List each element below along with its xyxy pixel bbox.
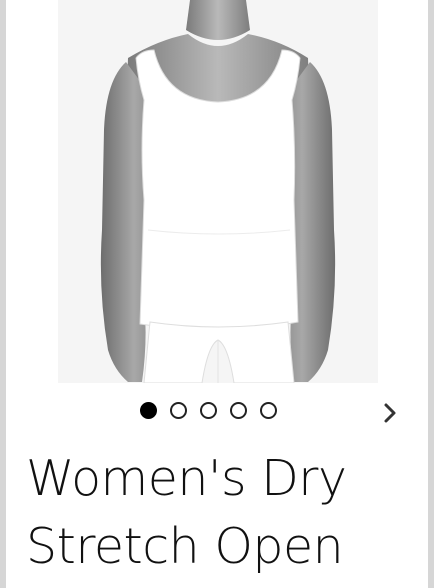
carousel-dot-2[interactable] — [170, 402, 187, 419]
next-image-button[interactable] — [380, 400, 402, 426]
chevron-right-icon — [384, 403, 396, 423]
carousel-dot-4[interactable] — [230, 402, 247, 419]
product-page: Women's Dry Stretch Open — [6, 0, 428, 588]
carousel-dot-3[interactable] — [200, 402, 217, 419]
carousel-dot-1[interactable] — [140, 402, 157, 419]
carousel-dots — [140, 402, 277, 419]
product-photo — [58, 0, 378, 383]
product-title: Women's Dry Stretch Open — [26, 450, 347, 575]
carousel-dot-5[interactable] — [260, 402, 277, 419]
product-image[interactable] — [58, 0, 378, 383]
